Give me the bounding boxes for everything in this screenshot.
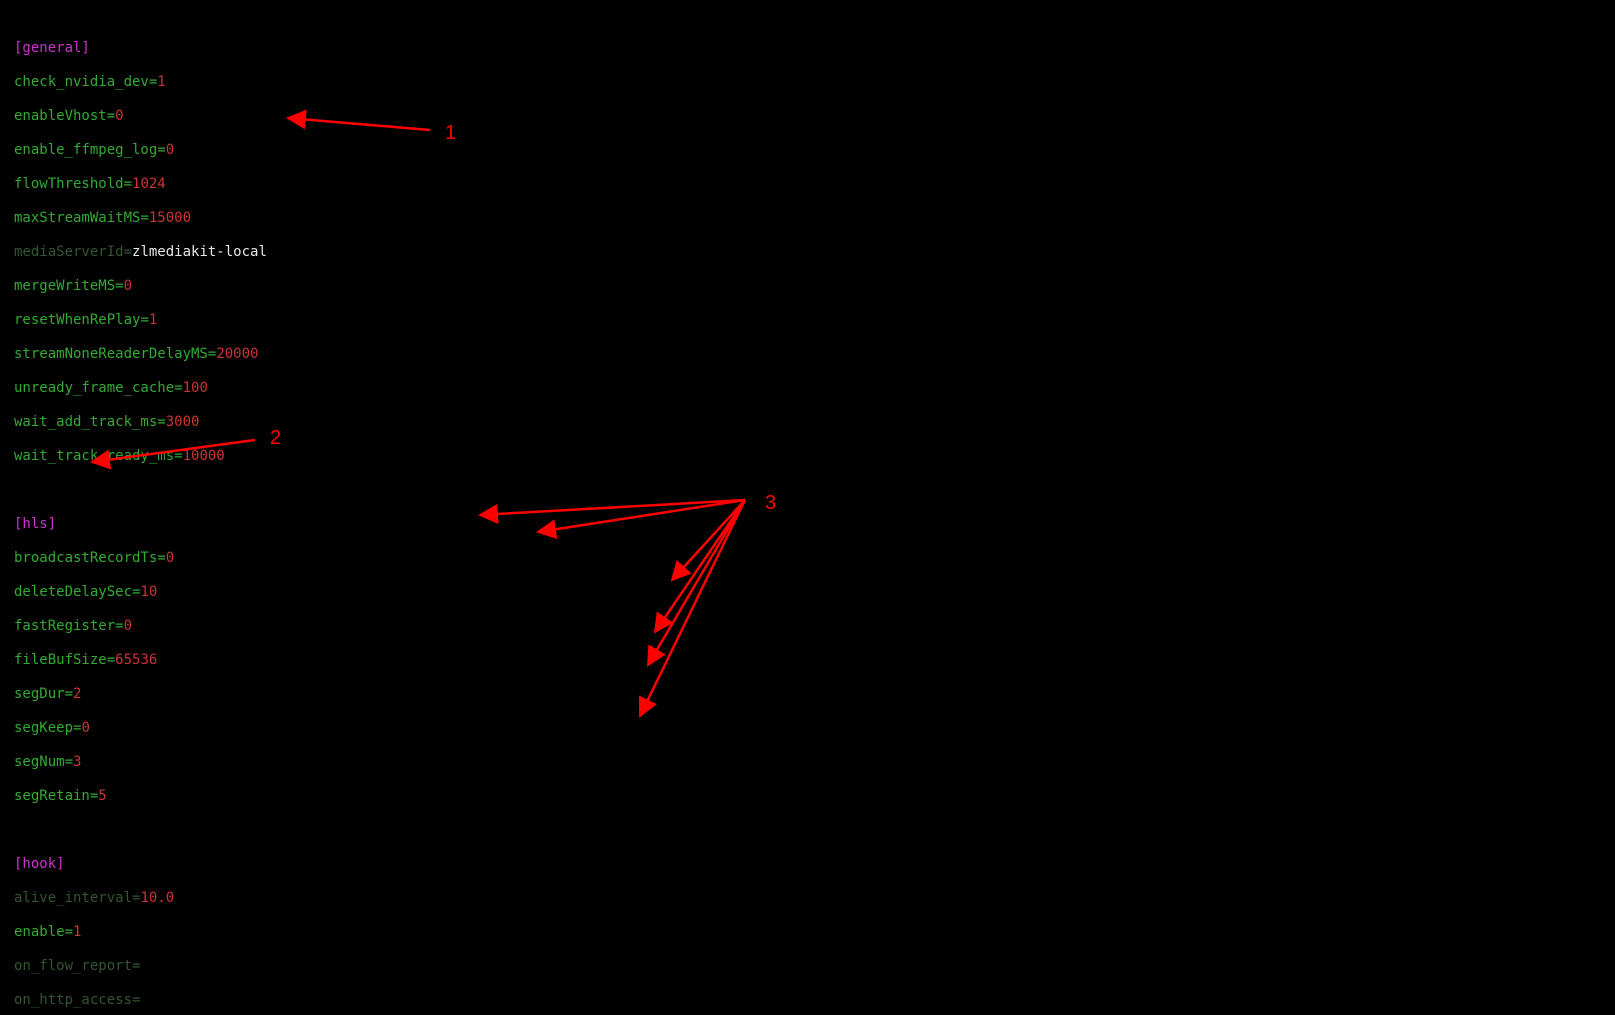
config-value: 0 xyxy=(124,278,132,294)
config-key: enable_ffmpeg_log xyxy=(14,142,157,158)
config-value: 1 xyxy=(73,924,81,940)
annotation-label-1: 1 xyxy=(445,125,456,142)
config-key: on_flow_report xyxy=(14,958,132,974)
terminal-config-view: [general] check_nvidia_dev=1 enableVhost… xyxy=(0,0,1615,1015)
annotation-arrow-3c xyxy=(672,500,745,580)
config-key: resetWhenRePlay xyxy=(14,312,140,328)
config-key: maxStreamWaitMS xyxy=(14,210,140,226)
config-value: 5 xyxy=(98,788,106,804)
config-key: segRetain xyxy=(14,788,90,804)
config-key: enable xyxy=(14,924,65,940)
section-header-hook: [hook] xyxy=(14,856,65,872)
config-key: on_http_access xyxy=(14,992,132,1008)
section-header-general: [general] xyxy=(14,40,90,56)
config-key: fastRegister xyxy=(14,618,115,634)
config-value: 0 xyxy=(166,550,174,566)
config-value: 0 xyxy=(166,142,174,158)
config-value: 15000 xyxy=(149,210,191,226)
config-key: segNum xyxy=(14,754,65,770)
config-key: wait_add_track_ms xyxy=(14,414,157,430)
config-key: mediaServerId xyxy=(14,244,124,260)
config-key: mergeWriteMS xyxy=(14,278,115,294)
config-value: 0 xyxy=(124,618,132,634)
config-value: 10.0 xyxy=(140,890,174,906)
config-key: fileBufSize xyxy=(14,652,107,668)
config-key: unready_frame_cache xyxy=(14,380,174,396)
config-value: 0 xyxy=(115,108,123,124)
config-key: segKeep xyxy=(14,720,73,736)
config-value: 10000 xyxy=(183,448,225,464)
annotation-arrow-3a xyxy=(480,500,745,515)
config-value: 2 xyxy=(73,686,81,702)
config-key: streamNoneReaderDelayMS xyxy=(14,346,208,362)
config-value: zlmediakit-local xyxy=(132,244,267,260)
config-key: deleteDelaySec xyxy=(14,584,132,600)
annotation-arrow-3f xyxy=(640,500,745,716)
config-key: check_nvidia_dev xyxy=(14,74,149,90)
config-value: 3000 xyxy=(166,414,200,430)
config-value: 0 xyxy=(81,720,89,736)
config-key: alive_interval xyxy=(14,890,132,906)
config-value: 1 xyxy=(157,74,165,90)
config-key: flowThreshold xyxy=(14,176,124,192)
annotation-label-2: 2 xyxy=(270,430,281,447)
section-header-hls: [hls] xyxy=(14,516,56,532)
annotation-label-3: 3 xyxy=(765,495,776,512)
config-value: 100 xyxy=(183,380,208,396)
config-value: 20000 xyxy=(216,346,258,362)
config-value: 1024 xyxy=(132,176,166,192)
config-key: enableVhost xyxy=(14,108,107,124)
config-value: 1 xyxy=(149,312,157,328)
config-value: 3 xyxy=(73,754,81,770)
config-key: segDur xyxy=(14,686,65,702)
config-key: broadcastRecordTs xyxy=(14,550,157,566)
config-value: 10 xyxy=(140,584,157,600)
config-key: wait_track_ready_ms xyxy=(14,448,174,464)
config-value: 65536 xyxy=(115,652,157,668)
